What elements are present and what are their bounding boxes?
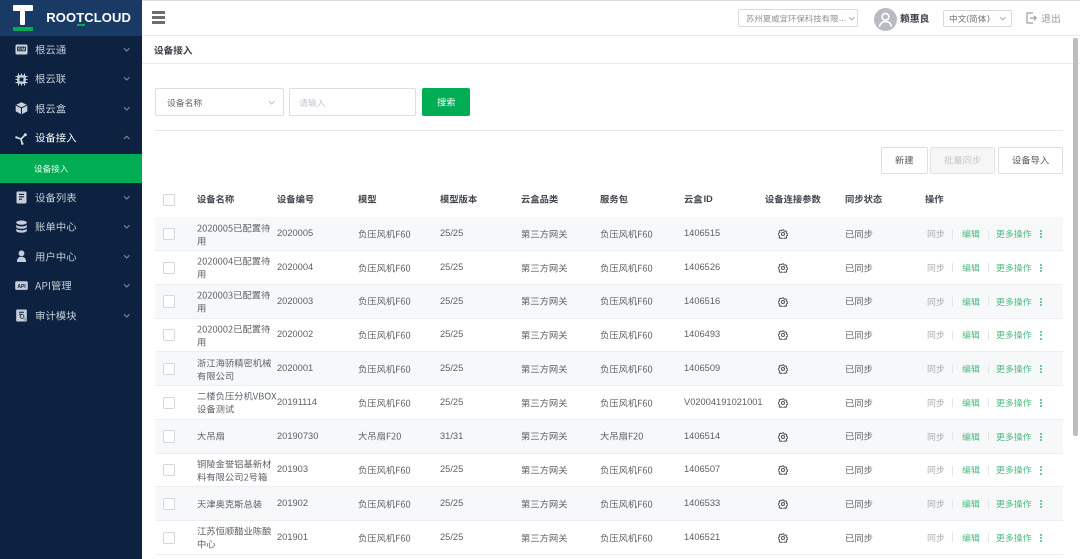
svg-text:SIM: SIM <box>18 47 26 52</box>
svg-text:API: API <box>17 284 26 290</box>
